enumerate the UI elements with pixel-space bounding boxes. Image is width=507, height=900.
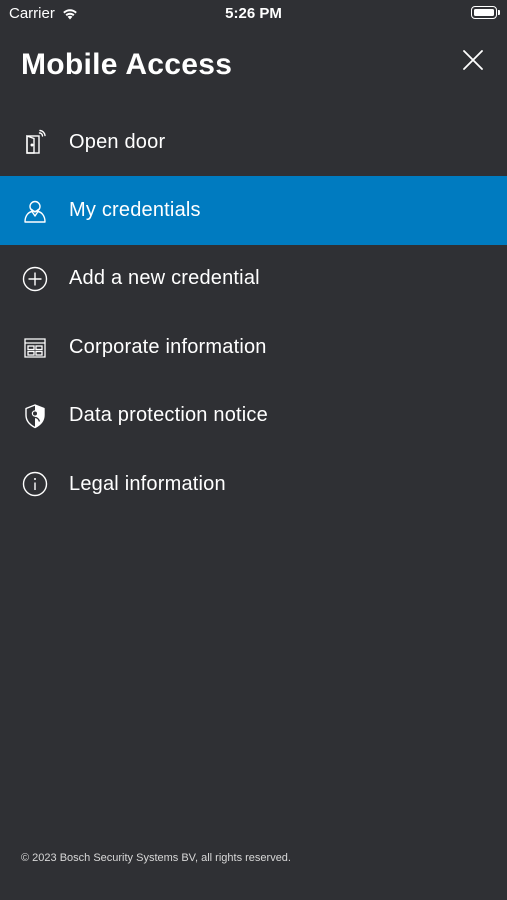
shield-icon: [21, 402, 49, 430]
menu-item-open-door[interactable]: Open door: [0, 108, 507, 176]
plus-circle-icon: [21, 265, 49, 293]
menu-item-corporate-information[interactable]: Corporate information: [0, 313, 507, 381]
status-bar: Carrier 5:26 PM: [0, 0, 507, 28]
credentials-icon: [21, 197, 49, 225]
menu-item-label: Add a new credential: [69, 267, 260, 290]
menu-item-data-protection[interactable]: Data protection notice: [0, 382, 507, 450]
close-button[interactable]: [457, 44, 489, 76]
battery-icon: [471, 6, 500, 19]
copyright-notice: © 2023 Bosch Security Systems BV, all ri…: [21, 852, 291, 864]
menu-item-label: Data protection notice: [69, 404, 268, 427]
menu-item-label: Legal information: [69, 472, 226, 495]
info-icon: [21, 470, 49, 498]
menu-item-add-credential[interactable]: Add a new credential: [0, 245, 507, 313]
menu-item-my-credentials[interactable]: My credentials: [0, 176, 507, 245]
navigation-menu: Open door My credentials Add a new crede…: [0, 108, 507, 518]
menu-item-label: Corporate information: [69, 335, 267, 358]
menu-item-label: My credentials: [69, 199, 201, 222]
status-time: 5:26 PM: [225, 5, 282, 22]
close-icon: [463, 50, 483, 70]
menu-item-legal-information[interactable]: Legal information: [0, 450, 507, 518]
menu-item-label: Open door: [69, 130, 166, 153]
page-title: Mobile Access: [21, 48, 233, 81]
door-icon: [21, 128, 49, 156]
building-icon: [21, 333, 49, 361]
